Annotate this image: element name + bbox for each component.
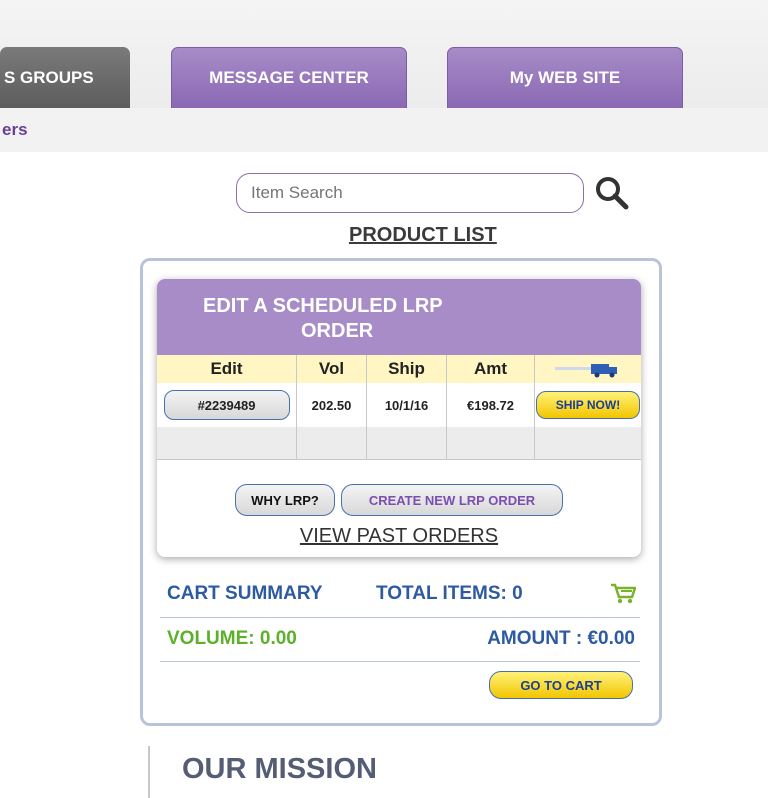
tab-message-center[interactable]: MESSAGE CENTER — [171, 47, 407, 109]
ship-now-button[interactable]: SHIP NOW! — [536, 391, 640, 419]
lrp-card-header: EDIT A SCHEDULED LRP ORDER — [157, 279, 641, 355]
lrp-order-card: EDIT A SCHEDULED LRP ORDER Edit Vol Ship… — [157, 279, 641, 557]
empty-cell — [157, 427, 297, 459]
col-truck — [535, 355, 641, 383]
col-amt: Amt — [447, 355, 535, 383]
empty-cell — [535, 427, 641, 459]
empty-cell — [297, 427, 367, 459]
cell-ship: 10/1/16 — [367, 383, 447, 427]
item-search-input[interactable] — [236, 173, 584, 213]
table-row-empty — [157, 427, 641, 459]
table-header-row: Edit Vol Ship Amt — [157, 355, 641, 383]
cell-action: SHIP NOW! — [535, 383, 641, 427]
product-list-link[interactable]: PRODUCT LIST — [349, 224, 497, 247]
cart-volume: VOLUME: 0.00 — [167, 628, 297, 649]
search-icon[interactable] — [592, 173, 632, 213]
cart-amount: AMOUNT : €0.00 — [487, 628, 635, 649]
tab-groups[interactable]: S GROUPS — [0, 47, 130, 109]
mission-heading: OUR MISSION — [182, 753, 377, 785]
truck-icon — [555, 364, 617, 378]
view-past-orders-link[interactable]: VIEW PAST ORDERS — [157, 525, 641, 548]
subnav-link[interactable]: ers — [2, 120, 28, 140]
edit-order-button[interactable]: #2239489 — [163, 390, 290, 420]
table-row: #2239489 202.50 10/1/16 €198.72 SHIP NOW… — [157, 383, 641, 427]
mission-divider — [148, 746, 150, 798]
tab-my-web-site[interactable]: My WEB SITE — [447, 47, 683, 109]
lrp-title-line2: ORDER — [301, 320, 374, 342]
go-to-cart-button[interactable]: GO TO CART — [489, 671, 633, 699]
cell-vol: 202.50 — [297, 383, 367, 427]
summary-divider — [160, 661, 640, 662]
total-items-count: TOTAL ITEMS: 0 — [376, 583, 523, 604]
empty-cell — [447, 427, 535, 459]
col-edit: Edit — [157, 355, 297, 383]
why-lrp-button[interactable]: WHY LRP? — [235, 484, 335, 516]
col-ship: Ship — [367, 355, 447, 383]
cell-amt: €198.72 — [447, 383, 535, 427]
lrp-title-line1: EDIT A SCHEDULED LRP — [203, 295, 443, 317]
row-divider — [157, 459, 641, 460]
top-nav-bar: S GROUPS MESSAGE CENTER My WEB SITE — [0, 0, 768, 109]
lrp-actions: WHY LRP? CREATE NEW LRP ORDER — [157, 484, 641, 518]
col-vol: Vol — [297, 355, 367, 383]
summary-divider — [160, 617, 640, 618]
cart-summary-label: CART SUMMARY — [167, 583, 323, 604]
empty-cell — [367, 427, 447, 459]
cell-edit: #2239489 — [157, 383, 297, 427]
cart-icon[interactable] — [610, 583, 636, 605]
create-lrp-order-button[interactable]: CREATE NEW LRP ORDER — [341, 484, 563, 516]
sub-nav-bar: ers — [0, 108, 768, 152]
